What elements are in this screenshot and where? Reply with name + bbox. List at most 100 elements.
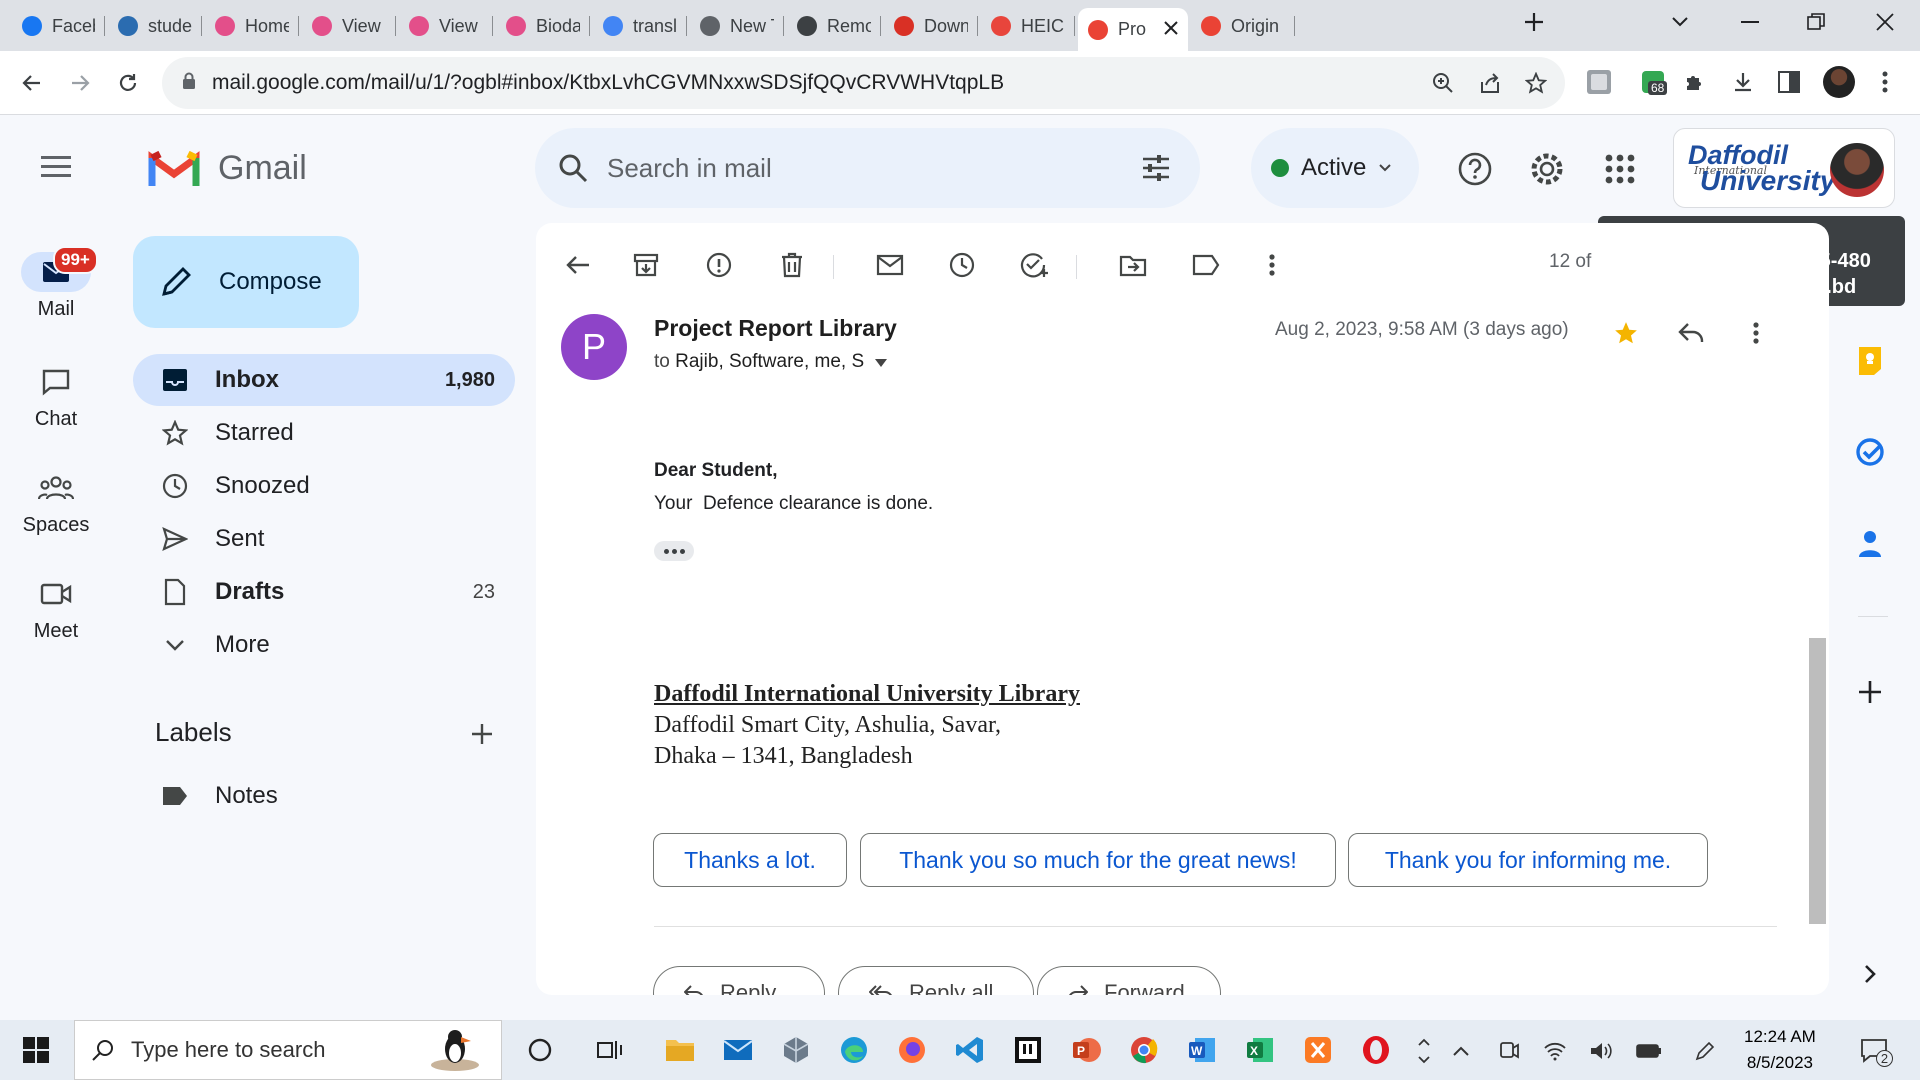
extension-shield-icon[interactable]: 68 — [1636, 65, 1670, 99]
gmail-logo[interactable]: Gmail — [148, 148, 307, 188]
scrollbar-thumb[interactable] — [1809, 638, 1826, 924]
powerpoint-icon[interactable]: P — [1066, 1030, 1106, 1070]
main-menu-icon[interactable] — [36, 150, 76, 190]
download-icon[interactable] — [1726, 65, 1760, 99]
volume-icon[interactable] — [1586, 1036, 1616, 1066]
recipients-line[interactable]: to Rajib, Software, me, S — [654, 351, 888, 373]
delete-icon[interactable] — [774, 247, 810, 283]
rail-chat[interactable]: Chat — [0, 362, 112, 431]
nav-snoozed[interactable]: Snoozed — [133, 460, 515, 512]
browser-tab[interactable]: biodata-heart-icon View P — [399, 8, 493, 44]
windows-start-icon[interactable] — [16, 1030, 56, 1070]
address-bar[interactable]: mail.google.com/mail/u/1/?ogbl#inbox/Ktb… — [162, 57, 1565, 109]
back-icon[interactable] — [12, 63, 52, 103]
lock-icon[interactable] — [182, 72, 196, 90]
sender-avatar[interactable]: P — [561, 314, 627, 380]
restore-button[interactable] — [1786, 0, 1846, 44]
report-spam-icon[interactable] — [701, 247, 737, 283]
archive-icon[interactable] — [628, 247, 664, 283]
show-trimmed-content-button[interactable] — [654, 541, 694, 561]
mail-app-icon[interactable] — [718, 1030, 758, 1070]
nav-more[interactable]: More — [133, 619, 515, 671]
star-icon[interactable] — [1608, 315, 1644, 351]
contacts-icon[interactable] — [1846, 520, 1894, 568]
new-tab-button[interactable] — [1510, 0, 1558, 44]
tasks-icon[interactable] — [1846, 428, 1894, 476]
browser-tab[interactable]: gmail-icon Origin — [1191, 8, 1295, 44]
search-input[interactable] — [607, 148, 1087, 188]
browser-tab[interactable]: biodata-heart-icon Biodat — [496, 8, 590, 44]
close-tab-icon[interactable] — [1164, 18, 1178, 41]
browser-tab[interactable]: remove-bg-icon Remov — [787, 8, 881, 44]
snooze-icon[interactable] — [944, 247, 980, 283]
hide-side-panel-icon[interactable] — [1846, 950, 1894, 998]
add-to-tasks-icon[interactable] — [1017, 247, 1053, 283]
task-view-icon[interactable] — [590, 1030, 630, 1070]
show-hidden-icons-icon[interactable] — [1446, 1036, 1476, 1066]
share-icon[interactable] — [1474, 67, 1506, 99]
keep-icon[interactable] — [1846, 336, 1894, 384]
zoom-icon[interactable] — [1427, 67, 1459, 99]
help-icon[interactable] — [1454, 148, 1496, 190]
google-account-button[interactable]: Daffodil International University — [1673, 128, 1895, 208]
browser-tab[interactable]: heic-converter-icon HEIC t — [981, 8, 1075, 44]
search-bar[interactable] — [535, 128, 1200, 208]
reply-all-button[interactable]: Reply all — [838, 966, 1034, 995]
google-apps-icon[interactable] — [1599, 148, 1641, 190]
vscode-icon[interactable] — [950, 1030, 990, 1070]
word-icon[interactable]: W — [1182, 1030, 1222, 1070]
smart-reply-chip[interactable]: Thank you so much for the great news! — [860, 833, 1336, 887]
reply-icon[interactable] — [1673, 315, 1709, 351]
tab-search-chevron-icon[interactable] — [1650, 0, 1710, 44]
message-more-icon[interactable] — [1738, 315, 1774, 351]
cortana-icon[interactable] — [520, 1030, 560, 1070]
search-icon[interactable] — [557, 152, 589, 184]
reply-button[interactable]: Reply — [653, 966, 825, 995]
taskbar-search[interactable]: Type here to search — [74, 1020, 502, 1080]
reload-icon[interactable] — [108, 63, 148, 103]
file-explorer-icon[interactable] — [660, 1030, 700, 1070]
browser-tab[interactable]: gmail-icon Pro — [1078, 8, 1188, 51]
forward-button[interactable]: Forward — [1037, 966, 1221, 995]
account-avatar[interactable] — [1830, 143, 1884, 197]
recipients-caret-icon[interactable] — [875, 359, 888, 367]
rail-spaces[interactable]: Spaces — [0, 468, 112, 537]
browser-tab[interactable]: google-icon transla — [593, 8, 687, 44]
status-dropdown[interactable]: Active — [1251, 128, 1419, 208]
excel-icon[interactable]: X — [1240, 1030, 1280, 1070]
url-text[interactable]: mail.google.com/mail/u/1/?ogbl#inbox/Ktb… — [212, 71, 1004, 95]
label-notes[interactable]: Notes — [133, 770, 515, 822]
meet-now-icon[interactable] — [1494, 1036, 1524, 1066]
smart-reply-chip[interactable]: Thanks a lot. — [653, 833, 847, 887]
browser-tab[interactable]: biodata-heart-icon Home — [205, 8, 299, 44]
battery-icon[interactable] — [1634, 1036, 1664, 1066]
virtualbox-icon[interactable] — [776, 1030, 816, 1070]
smart-reply-chip[interactable]: Thank you for informing me. — [1348, 833, 1708, 887]
back-to-inbox-icon[interactable] — [560, 247, 596, 283]
rail-meet[interactable]: Meet — [0, 574, 112, 643]
minimize-button[interactable] — [1720, 0, 1780, 44]
edge-icon[interactable] — [834, 1030, 874, 1070]
side-panel-icon[interactable] — [1772, 65, 1806, 99]
compose-button[interactable]: Compose — [133, 236, 359, 328]
extension-photo-icon[interactable] — [1582, 65, 1616, 99]
taskbar-clock[interactable]: 12:24 AM 8/5/2023 — [1744, 1024, 1816, 1076]
browser-tab[interactable]: student-portal-icon studen — [108, 8, 202, 44]
tray-scroll-icon[interactable] — [1404, 1036, 1444, 1066]
notification-center-icon[interactable]: 2 — [1854, 1036, 1894, 1067]
close-window-button[interactable] — [1855, 0, 1915, 44]
browser-menu-icon[interactable] — [1868, 65, 1902, 99]
bookmark-star-icon[interactable] — [1520, 67, 1552, 99]
wifi-icon[interactable] — [1540, 1036, 1570, 1066]
add-label-icon[interactable] — [470, 716, 494, 755]
pen-icon[interactable] — [1690, 1036, 1720, 1066]
opera-icon[interactable] — [1356, 1030, 1396, 1070]
jetbrains-icon[interactable] — [1008, 1030, 1048, 1070]
mark-unread-icon[interactable] — [872, 247, 908, 283]
move-to-icon[interactable] — [1115, 247, 1151, 283]
sender-name[interactable]: Project Report Library — [654, 315, 897, 342]
nav-inbox[interactable]: Inbox 1,980 — [133, 354, 515, 406]
forward-icon[interactable] — [60, 63, 100, 103]
browser-tab[interactable]: biodata-heart-icon View P — [302, 8, 396, 44]
firefox-icon[interactable] — [892, 1030, 932, 1070]
